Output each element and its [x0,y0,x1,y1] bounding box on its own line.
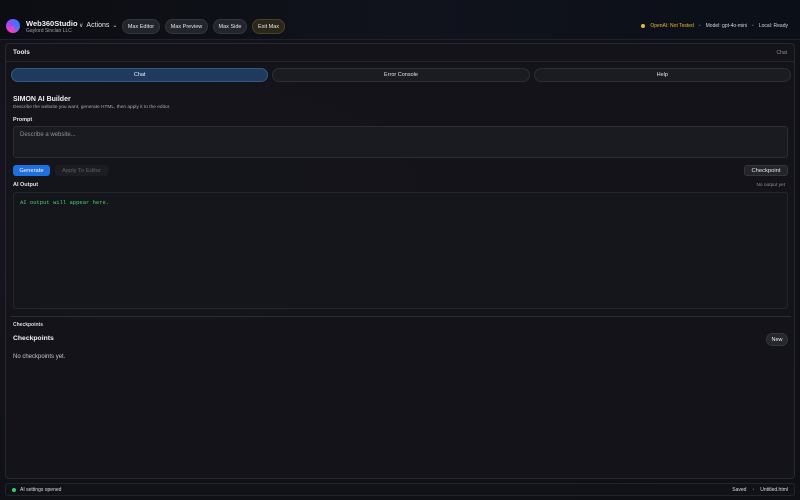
checkpoint-button[interactable]: Checkpoint [744,165,788,176]
ai-output-box[interactable]: AI output will appear here. [13,192,788,309]
prompt-input[interactable] [13,126,788,158]
tools-tabs: Chat Error Console Help [11,68,791,82]
status-separator: • [752,23,754,29]
status-right: Saved • Untitled.html [732,487,788,493]
chevron-down-icon: ∨ [79,23,84,29]
tab-error-console[interactable]: Error Console [272,68,530,82]
chevron-down-icon: ⌄ [112,23,118,29]
status-bar: AI settings opened Saved • Untitled.html [5,483,795,496]
warning-dot-icon [641,24,646,28]
status-indicators: OpenAI: Not Tested • Model: gpt-4o-mini … [641,23,788,29]
max-side-button[interactable]: Max Side [213,19,247,34]
ai-output-status: No output yet [756,183,785,188]
tools-panel: Tools Chat Chat Error Console Help SIMON… [5,43,795,479]
app-logo-icon [6,19,20,33]
tab-chat[interactable]: Chat [11,68,269,82]
model-status: Model: gpt-4o-mini [705,23,748,29]
ai-output-label: AI Output [13,182,39,188]
filename[interactable]: Untitled.html [760,487,788,493]
checkpoints-section-label: Checkpoints [13,322,44,328]
max-editor-button[interactable]: Max Editor [122,19,160,34]
apply-to-editor-button[interactable]: Apply To Editor [55,165,108,176]
tools-breadcrumb: Chat [776,49,787,56]
ai-output-placeholder: AI output will appear here. [20,199,110,206]
max-preview-button[interactable]: Max Preview [165,19,208,34]
openai-status: OpenAI: Not Tested [650,23,694,29]
generate-button[interactable]: Generate [13,165,50,176]
builder-subtitle: Describe the website you want, generate … [13,105,171,110]
brand-name: Web360Studio [26,19,78,28]
status-separator: • [752,486,755,493]
new-checkpoint-button[interactable]: New [766,333,788,346]
brand-subtitle: Gaylord Sinclair LLC [26,28,72,34]
exit-max-button[interactable]: Exit Max [252,19,285,34]
actions-menu[interactable]: ∨ Actions ⌄ [79,22,117,29]
section-divider [11,316,791,317]
tools-header: Tools Chat [6,44,794,62]
status-message: AI settings opened [20,486,62,493]
prompt-label: Prompt [13,117,33,123]
tab-help[interactable]: Help [533,68,791,82]
saved-status: Saved [732,486,747,493]
local-status: Local: Ready [758,23,788,29]
success-dot-icon [12,487,16,492]
checkpoints-empty-text: No checkpoints yet. [13,354,66,360]
brand: Web360Studio Gaylord Sinclair LLC [26,19,78,35]
tools-title: Tools [13,49,30,56]
checkpoints-title: Checkpoints [13,335,54,342]
top-bar: Web360Studio Gaylord Sinclair LLC ∨ Acti… [0,0,800,40]
status-separator: • [698,23,701,29]
builder-title: SIMON AI Builder [13,96,71,103]
actions-label: Actions [86,22,110,29]
